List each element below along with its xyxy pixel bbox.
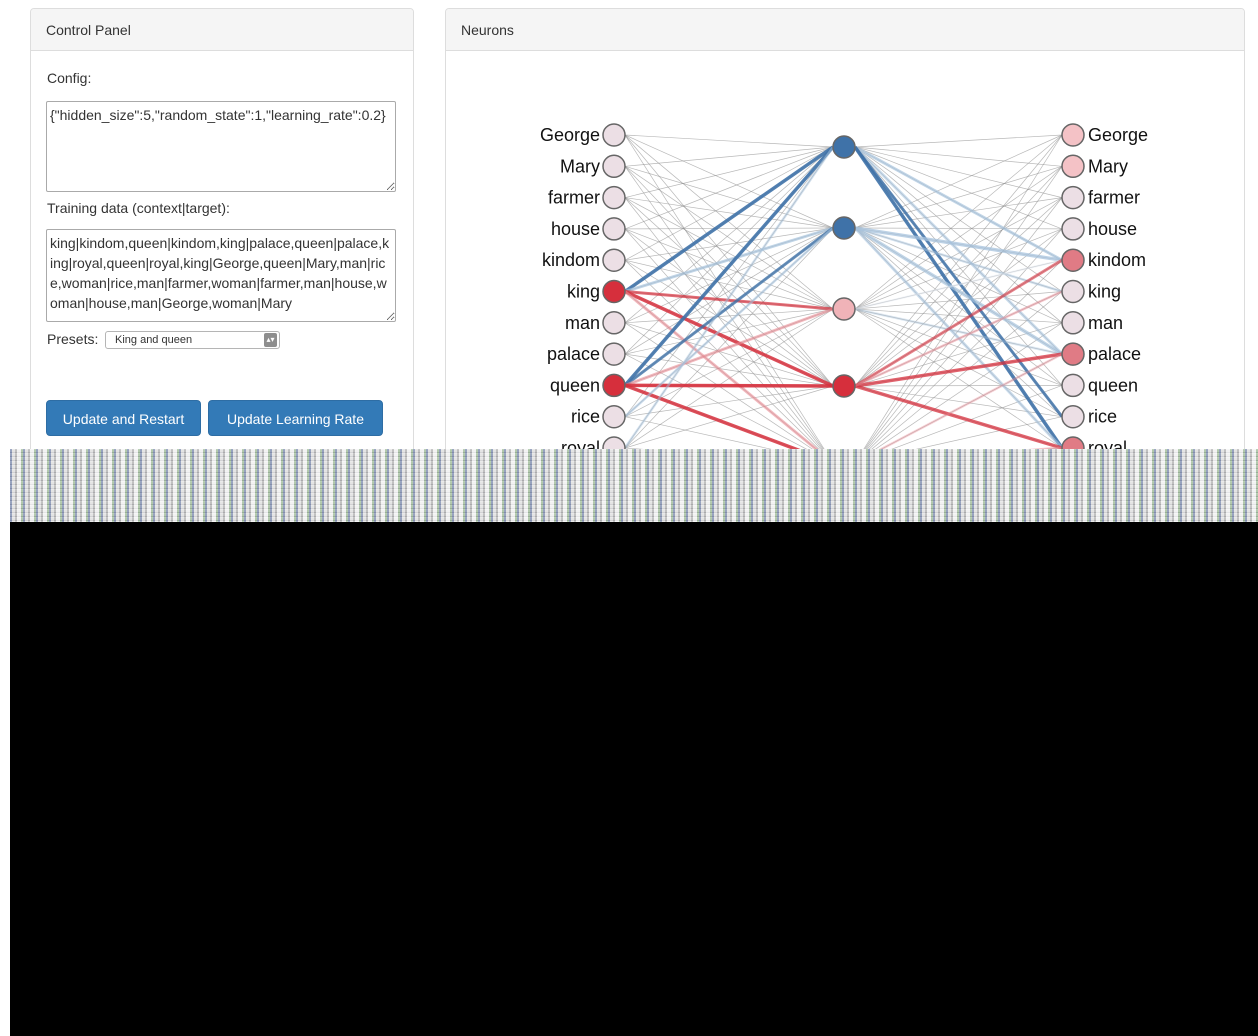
output-neuron-farmer — [1061, 185, 1085, 210]
strong-connection-edge — [623, 146, 835, 449]
input-neuron-george — [602, 123, 626, 147]
blank-region — [10, 522, 1258, 1036]
connection-edge — [854, 227, 1063, 230]
control-panel-title: Control Panel — [31, 9, 413, 51]
presets-select[interactable]: King and queen ▴▾ — [105, 331, 280, 349]
connection-edge — [854, 165, 1063, 229]
connection-edge — [624, 146, 834, 261]
output-label-farmer: farmer — [1088, 188, 1140, 208]
connection-edge — [624, 146, 834, 167]
strong-connection-edge — [624, 145, 834, 293]
input-label-man: man — [565, 313, 600, 333]
output-neuron-rice — [1061, 404, 1085, 429]
input-neuron-king — [602, 279, 626, 304]
strong-connection-edge — [624, 290, 834, 465]
connection-edge — [624, 227, 834, 230]
training-data-label: Training data (context|target): — [47, 200, 230, 216]
presets-label: Presets: — [47, 331, 99, 347]
input-neuron-kindom — [602, 248, 626, 272]
input-neuron-queen — [602, 373, 626, 398]
output-label-king: king — [1088, 282, 1121, 302]
output-neuron-mary — [1061, 154, 1085, 179]
connection-edge — [854, 146, 1063, 292]
select-arrows-icon: ▴▾ — [264, 333, 277, 347]
input-neuron-farmer — [602, 185, 626, 210]
corrupted-region — [10, 449, 1258, 522]
connection-edge — [854, 146, 1063, 386]
hidden-neuron-1 — [832, 135, 856, 159]
strong-connection-edge — [854, 259, 1063, 310]
input-label-mary: Mary — [560, 156, 600, 176]
input-label-farmer: farmer — [548, 188, 600, 208]
network-nodes: George Mary farmer house kindom king man palace… — [540, 123, 1148, 475]
connection-edge — [854, 322, 1063, 464]
strong-connection-edge — [853, 146, 1064, 449]
connection-edge — [854, 228, 1063, 464]
input-label-kindom: kindom — [542, 250, 600, 270]
input-label-george: George — [540, 125, 600, 145]
hidden-neuron-2 — [832, 216, 856, 240]
output-neuron-house — [1061, 217, 1085, 241]
config-textarea[interactable]: {"hidden_size":5,"random_state":1,"learn… — [46, 101, 396, 192]
output-neuron-palace — [1061, 342, 1085, 366]
output-neuron-queen — [1061, 373, 1085, 398]
strong-connection-edge — [624, 227, 834, 418]
input-neuron-house — [602, 217, 626, 241]
connection-edge — [624, 197, 834, 229]
output-label-george: George — [1088, 125, 1148, 145]
output-label-mary: Mary — [1088, 156, 1128, 176]
connection-edge — [624, 197, 834, 387]
connection-edge — [854, 166, 1063, 387]
input-label-king: king — [567, 282, 600, 302]
presets-selected-value: King and queen — [115, 334, 193, 346]
training-data-textarea[interactable]: king|kindom,queen|kindom,king|palace,que… — [46, 229, 396, 322]
output-neuron-kindom — [1061, 248, 1085, 272]
update-learning-rate-button[interactable]: Update Learning Rate — [208, 400, 383, 436]
output-label-queen: queen — [1088, 375, 1138, 395]
neurons-panel-title: Neurons — [446, 9, 1244, 51]
output-neuron-man — [1061, 311, 1085, 335]
output-label-house: house — [1088, 219, 1137, 239]
connection-edge — [854, 134, 1063, 148]
connection-edge — [624, 166, 834, 387]
input-neuron-rice — [602, 404, 626, 429]
input-label-palace: palace — [547, 344, 600, 364]
connection-edge — [624, 322, 834, 464]
hidden-neuron-4 — [832, 374, 856, 398]
connection-edge — [624, 134, 834, 148]
strong-connection-edge — [623, 145, 835, 387]
output-label-palace: palace — [1088, 344, 1141, 364]
input-label-queen: queen — [550, 375, 600, 395]
config-label: Config: — [47, 70, 92, 86]
update-and-restart-button[interactable]: Update and Restart — [46, 400, 201, 436]
output-label-kindom: kindom — [1088, 250, 1146, 270]
connection-edge — [624, 166, 834, 464]
output-label-man: man — [1088, 313, 1123, 333]
input-label-house: house — [551, 219, 600, 239]
output-neuron-king — [1061, 279, 1085, 304]
connection-edge — [854, 385, 1063, 387]
hidden-neuron-3 — [832, 297, 856, 321]
strong-connection-edge — [624, 383, 834, 388]
input-neuron-mary — [602, 154, 626, 179]
output-label-rice: rice — [1088, 407, 1117, 427]
input-neuron-man — [602, 311, 626, 335]
input-label-rice: rice — [571, 407, 600, 427]
output-neuron-george — [1061, 123, 1085, 147]
input-neuron-palace — [602, 342, 626, 366]
